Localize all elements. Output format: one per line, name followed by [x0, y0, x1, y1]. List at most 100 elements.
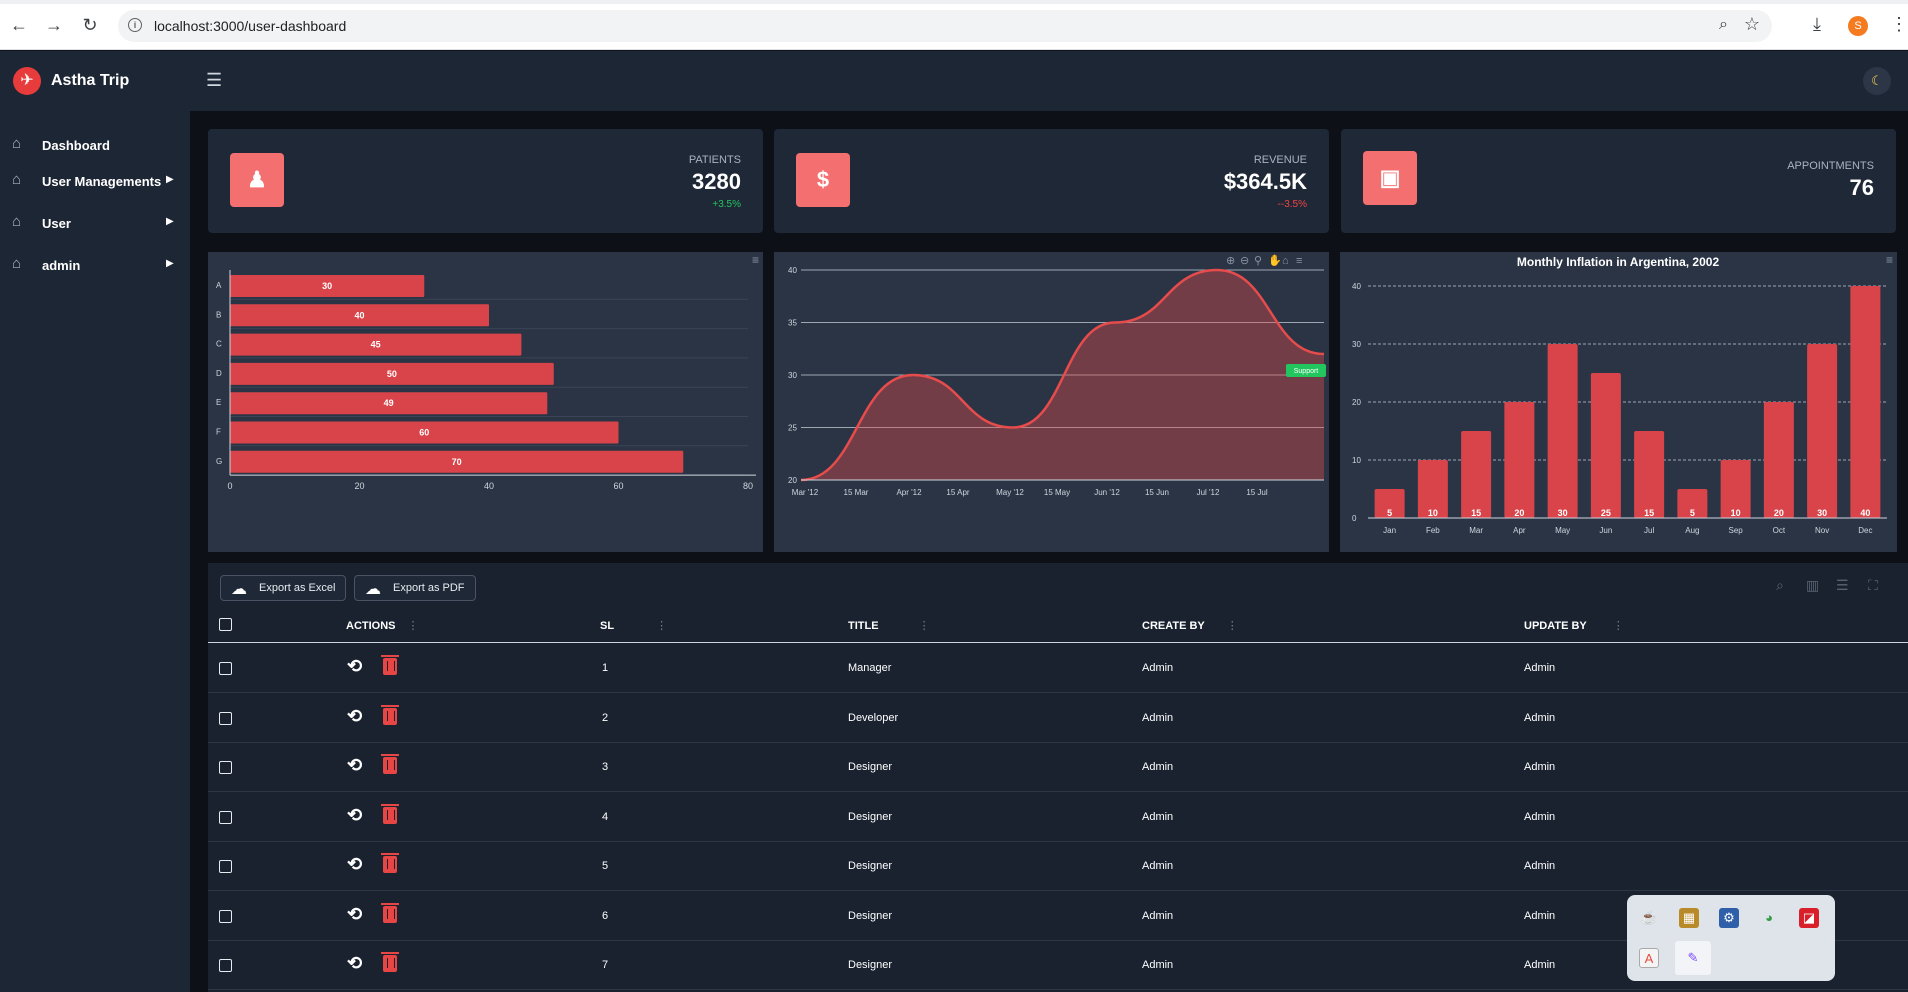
stat-label: PATIENTS: [688, 154, 741, 166]
url-text[interactable]: localhost:3000/user-dashboard: [154, 18, 346, 34]
data-label: 15: [1471, 508, 1481, 518]
zoom-icon[interactable]: ⌕: [1719, 16, 1728, 34]
sidebar-item-admin[interactable]: ⌂ admin ▶: [0, 247, 190, 283]
trash-icon[interactable]: [381, 803, 399, 824]
refresh-icon[interactable]: ⟲: [347, 805, 362, 826]
column-menu-icon[interactable]: ⋮: [1227, 620, 1238, 632]
cell-sl: 7: [602, 959, 609, 971]
dollar-icon: $: [796, 153, 850, 207]
color-palette-icon[interactable]: A: [1639, 948, 1659, 968]
refresh-icon[interactable]: ⟲: [347, 854, 362, 875]
stat-label: APPOINTMENTS: [1787, 160, 1874, 172]
columns-icon[interactable]: ▥: [1806, 577, 1819, 594]
refresh-icon[interactable]: ⟲: [347, 953, 362, 974]
caret-right-icon: ▶: [166, 216, 174, 227]
column-header-actions[interactable]: ACTIONS ⋮: [346, 619, 419, 632]
coffee-icon[interactable]: ☕: [1639, 908, 1659, 928]
trash-icon[interactable]: [381, 704, 399, 725]
tick-label: 40: [1352, 282, 1361, 291]
tick-label: Nov: [1815, 526, 1829, 535]
table-row: ⟲ 5 Designer Admin Admin: [208, 842, 1908, 891]
back-arrow-icon[interactable]: ←: [8, 14, 30, 36]
sidebar-item-user-managements[interactable]: ⌂ User Managements ▶: [0, 163, 190, 199]
address-bar[interactable]: i localhost:3000/user-dashboard ⌕ ☆: [118, 10, 1772, 42]
column-header-update-by[interactable]: UPDATE BY ⋮: [1524, 619, 1624, 632]
browser-chrome: ← → ↻ i localhost:3000/user-dashboard ⌕ …: [0, 0, 1908, 50]
cell-create-by: Admin: [1142, 860, 1174, 872]
reload-icon[interactable]: ↻: [79, 14, 101, 36]
globe-icon[interactable]: ◕: [1759, 908, 1779, 928]
trash-icon[interactable]: [381, 655, 399, 675]
column-menu-icon[interactable]: ⋮: [656, 620, 667, 632]
table-row: ⟲ 4 Designer Admin Admin: [208, 793, 1908, 842]
download-icon[interactable]: ⤓: [1813, 14, 1821, 35]
header-label: ACTIONS: [346, 620, 396, 632]
row-checkbox[interactable]: [219, 909, 232, 923]
home-icon: ⌂: [1282, 255, 1289, 267]
density-icon[interactable]: ☰: [1836, 577, 1849, 594]
column-menu-icon[interactable]: ⋮: [919, 620, 930, 632]
search-icon[interactable]: ⌕: [1776, 577, 1784, 594]
tick-label: 25: [788, 424, 797, 433]
browser-menu-icon[interactable]: ⋮: [1890, 14, 1908, 35]
cell-update-by: Admin: [1524, 959, 1556, 971]
category-label: D: [216, 369, 222, 378]
select-all-checkbox[interactable]: [219, 618, 232, 631]
column-menu-icon[interactable]: ⋮: [408, 620, 419, 632]
cell-create-by: Admin: [1142, 761, 1174, 773]
tick-label: May '12: [996, 488, 1024, 497]
bar: [1590, 373, 1621, 518]
export-pdf-button[interactable]: ☁ Export as PDF: [354, 575, 476, 601]
row-checkbox[interactable]: [219, 761, 232, 774]
cell-title: Developer: [848, 711, 899, 724]
main-content: ♟ PATIENTS 3280 +3.5% $ REVENUE $364.5K …: [190, 111, 1908, 992]
calendar-check-icon: ▣: [1363, 151, 1417, 205]
moon-icon[interactable]: ☾: [1863, 67, 1891, 95]
cell-create-by: Admin: [1142, 909, 1174, 922]
trash-icon[interactable]: [381, 902, 399, 923]
trash-icon[interactable]: [381, 853, 399, 873]
chart-title: Monthly Inflation in Argentina, 2002: [1517, 255, 1720, 269]
trash-icon[interactable]: [381, 754, 399, 774]
sidebar-item-user[interactable]: ⌂ User ▶: [0, 205, 190, 241]
stat-card-appointments: ▣ APPOINTMENTS 76: [1341, 129, 1896, 233]
column-header-sl[interactable]: SL ⋮: [600, 619, 667, 632]
refresh-icon[interactable]: ⟲: [347, 755, 362, 776]
column-menu-icon[interactable]: ⋮: [1613, 620, 1624, 632]
column-header-create-by[interactable]: CREATE BY ⋮: [1142, 619, 1238, 632]
row-checkbox[interactable]: [219, 662, 232, 675]
bookmark-star-icon[interactable]: ☆: [1744, 14, 1760, 35]
pen-icon[interactable]: ✎: [1675, 941, 1711, 975]
cloud-download-icon: ☁: [365, 581, 381, 598]
row-checkbox[interactable]: [219, 810, 232, 824]
data-label: 60: [419, 428, 429, 438]
export-excel-button[interactable]: ☁ Export as Excel: [220, 575, 347, 601]
refresh-icon[interactable]: ⟲: [347, 904, 362, 925]
refresh-icon[interactable]: ⟲: [347, 656, 362, 677]
data-label: 30: [1558, 508, 1568, 518]
hamburger-menu-icon[interactable]: ☰: [206, 70, 222, 91]
forward-arrow-icon[interactable]: →: [43, 14, 65, 36]
row-checkbox[interactable]: [219, 711, 232, 725]
column-header-title[interactable]: TITLE ⋮: [848, 619, 930, 632]
fullscreen-icon[interactable]: ⛶: [1868, 577, 1878, 594]
row-checkbox[interactable]: [219, 860, 232, 873]
settings-gear-icon[interactable]: ⚙: [1719, 908, 1739, 928]
site-info-icon[interactable]: i: [128, 18, 142, 32]
area-chart-panel: ⊕ ⊖ ⚲ ✋ ⌂ ≡ 20 25 30 35 40 Mar '12 15 Mar Apr '12 15 A…: [774, 252, 1329, 552]
tick-label: Oct: [1773, 526, 1786, 535]
profile-avatar[interactable]: S: [1848, 16, 1868, 36]
tick-label: 0: [227, 481, 232, 491]
app-grid-icon[interactable]: ▦: [1679, 908, 1699, 928]
cell-title: Designer: [848, 860, 893, 872]
tick-label: Feb: [1426, 526, 1440, 535]
trash-icon[interactable]: [381, 952, 399, 972]
amd-icon[interactable]: ◪: [1799, 908, 1819, 928]
tick-label: 15 May: [1044, 488, 1070, 497]
chart-menu-icon: ≡: [1296, 255, 1302, 267]
refresh-icon[interactable]: ⟲: [347, 706, 362, 727]
row-checkbox[interactable]: [219, 959, 232, 972]
cell-sl: 6: [602, 909, 609, 922]
sidebar-item-dashboard[interactable]: ⌂ Dashboard: [0, 127, 190, 163]
tick-label: Apr '12: [896, 488, 922, 497]
